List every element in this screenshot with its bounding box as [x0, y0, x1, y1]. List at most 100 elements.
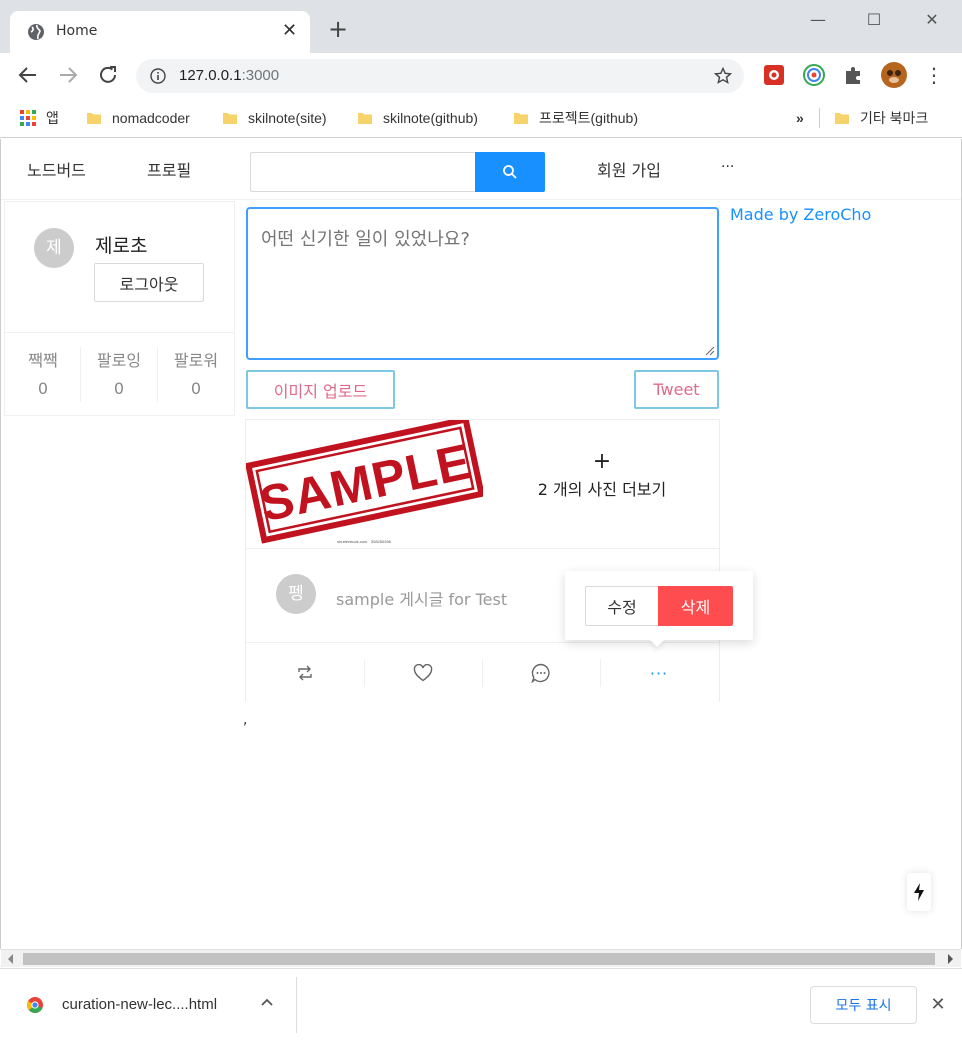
extensions-puzzle-icon[interactable]: [842, 63, 866, 87]
bookmark-skilnote-site[interactable]: skilnote(site): [222, 108, 327, 128]
tweet-button[interactable]: Tweet: [634, 370, 719, 409]
bookmark-project-github[interactable]: 프로젝트(github): [513, 108, 638, 128]
browser-tab[interactable]: Home ✕: [10, 11, 310, 53]
bookmark-label: skilnote(github): [383, 110, 478, 126]
chevron-up-icon[interactable]: [258, 994, 276, 1012]
url-host: 127.0.0.1: [179, 67, 242, 84]
menu-more[interactable]: ...: [721, 155, 734, 171]
bookmark-label: nomadcoder: [112, 110, 190, 126]
stat-tweets: 짹짹 0: [5, 347, 81, 398]
more-actions-button[interactable]: ···: [600, 643, 718, 703]
search-button[interactable]: [475, 152, 545, 192]
extension-red-icon[interactable]: [762, 63, 786, 87]
url-text: 127.0.0.1:3000: [179, 67, 279, 84]
profile-avatar-icon[interactable]: [880, 61, 908, 89]
tab-close-icon[interactable]: ✕: [282, 21, 297, 41]
made-by-link[interactable]: Made by ZeroCho: [730, 205, 871, 224]
bookmarks-overflow[interactable]: »: [796, 108, 804, 128]
horizontal-scrollbar[interactable]: [1, 949, 961, 967]
bookmark-label: 기타 북마크: [860, 110, 929, 126]
stat-followings: 팔로잉 0: [81, 347, 157, 398]
menu-item-signup[interactable]: 회원 가입: [597, 157, 661, 181]
bookmark-apps[interactable]: 앱: [20, 108, 59, 128]
retweet-icon: [298, 665, 312, 681]
top-menu: 노드버드 프로필 회원 가입 ...: [1, 139, 961, 200]
browser-toolbar: 127.0.0.1:3000 ⋮: [0, 53, 962, 98]
tab-title: Home: [56, 23, 98, 39]
more-photos-button[interactable]: + 2 개의 사진 더보기: [483, 450, 721, 500]
search-icon: [503, 165, 517, 179]
new-tab-icon[interactable]: +: [326, 17, 350, 41]
bookmark-star-icon[interactable]: [714, 67, 732, 85]
post-popover: 수정 삭제: [565, 571, 753, 648]
maximize-icon[interactable]: ☐: [862, 8, 886, 32]
ellipsis-icon: ···: [649, 663, 669, 683]
browser-tabstrip: Home ✕ + — ☐ ✕: [0, 0, 962, 53]
profile-divider: [5, 332, 234, 333]
browser-menu-icon[interactable]: ⋮: [922, 63, 946, 87]
bookmark-label: 앱: [46, 110, 59, 126]
menu-item-home[interactable]: 노드버드: [27, 157, 86, 181]
back-icon[interactable]: [16, 63, 40, 87]
like-button[interactable]: [364, 643, 482, 703]
folder-icon: [223, 113, 237, 124]
globe-icon: [28, 24, 44, 40]
stat-value: 0: [113, 379, 125, 398]
apps-grid-icon: [20, 110, 36, 126]
show-all-button[interactable]: 모두 표시: [810, 986, 917, 1024]
profile-card: 제 제로초 로그아웃 짹짹 0 팔로잉 0 팔로워 0: [4, 201, 235, 416]
chrome-file-icon: [27, 997, 43, 1013]
folder-icon: [835, 113, 849, 124]
lightning-icon: [914, 883, 924, 901]
stray-text: ,: [243, 712, 248, 728]
stat-label: 팔로워: [173, 351, 219, 370]
post-actions: ···: [246, 642, 719, 702]
bookmark-label: skilnote(site): [248, 110, 327, 126]
bookmark-skilnote-github[interactable]: skilnote(github): [357, 108, 478, 128]
image-caption: shutterstock.com · 308250266: [337, 539, 392, 544]
menu-item-profile[interactable]: 프로필: [147, 157, 191, 181]
comment-button[interactable]: [482, 643, 600, 703]
download-bar: curation-new-lec....html 모두 표시 ✕: [0, 968, 962, 1040]
close-icon[interactable]: ✕: [928, 995, 948, 1015]
address-bar[interactable]: 127.0.0.1:3000: [136, 59, 744, 93]
heart-icon: [413, 664, 433, 682]
image-upload-button[interactable]: 이미지 업로드: [246, 370, 395, 409]
prerender-indicator[interactable]: [907, 873, 931, 911]
search-box: [250, 152, 545, 192]
stat-value: 0: [190, 379, 202, 398]
edit-button[interactable]: 수정: [585, 586, 659, 626]
post-card: SAMPLE shutterstock.com · 308250266 + 2 …: [245, 419, 720, 702]
delete-button[interactable]: 삭제: [658, 586, 733, 626]
scroll-right-icon[interactable]: [948, 954, 953, 964]
bookmark-other[interactable]: 기타 북마크: [834, 108, 928, 128]
download-file-name[interactable]: curation-new-lec....html: [62, 996, 217, 1013]
scroll-left-icon[interactable]: [8, 954, 13, 964]
logout-button[interactable]: 로그아웃: [94, 263, 204, 302]
download-divider: [296, 977, 297, 1033]
bookmark-nomadcoder[interactable]: nomadcoder: [86, 108, 190, 128]
url-port: :3000: [241, 67, 280, 84]
resize-grip-icon[interactable]: [704, 345, 715, 356]
retweet-button[interactable]: [246, 643, 364, 703]
scrollbar-thumb[interactable]: [23, 953, 935, 965]
reload-icon[interactable]: [96, 63, 120, 87]
folder-icon: [514, 113, 528, 124]
folder-icon: [358, 113, 372, 124]
avatar[interactable]: 펭: [276, 574, 316, 614]
stat-label: 팔로잉: [96, 351, 142, 370]
post-textarea[interactable]: [246, 207, 719, 360]
post-image[interactable]: SAMPLE shutterstock.com · 308250266: [246, 420, 483, 547]
plus-icon: +: [592, 449, 612, 474]
close-window-icon[interactable]: ✕: [920, 8, 944, 32]
forward-icon[interactable]: [56, 63, 80, 87]
bookmark-label: 프로젝트(github): [539, 110, 638, 126]
minimize-icon[interactable]: —: [806, 8, 830, 32]
extension-target-icon[interactable]: [802, 63, 826, 87]
bookmarks-divider: [819, 108, 820, 128]
search-input[interactable]: [250, 152, 476, 192]
bookmarks-bar: 앱 nomadcoder skilnote(site) skilnote(git…: [0, 98, 962, 138]
info-icon[interactable]: [150, 68, 166, 84]
post-content: sample 게시글 for Test: [336, 590, 508, 609]
stat-followers: 팔로워 0: [158, 347, 234, 398]
